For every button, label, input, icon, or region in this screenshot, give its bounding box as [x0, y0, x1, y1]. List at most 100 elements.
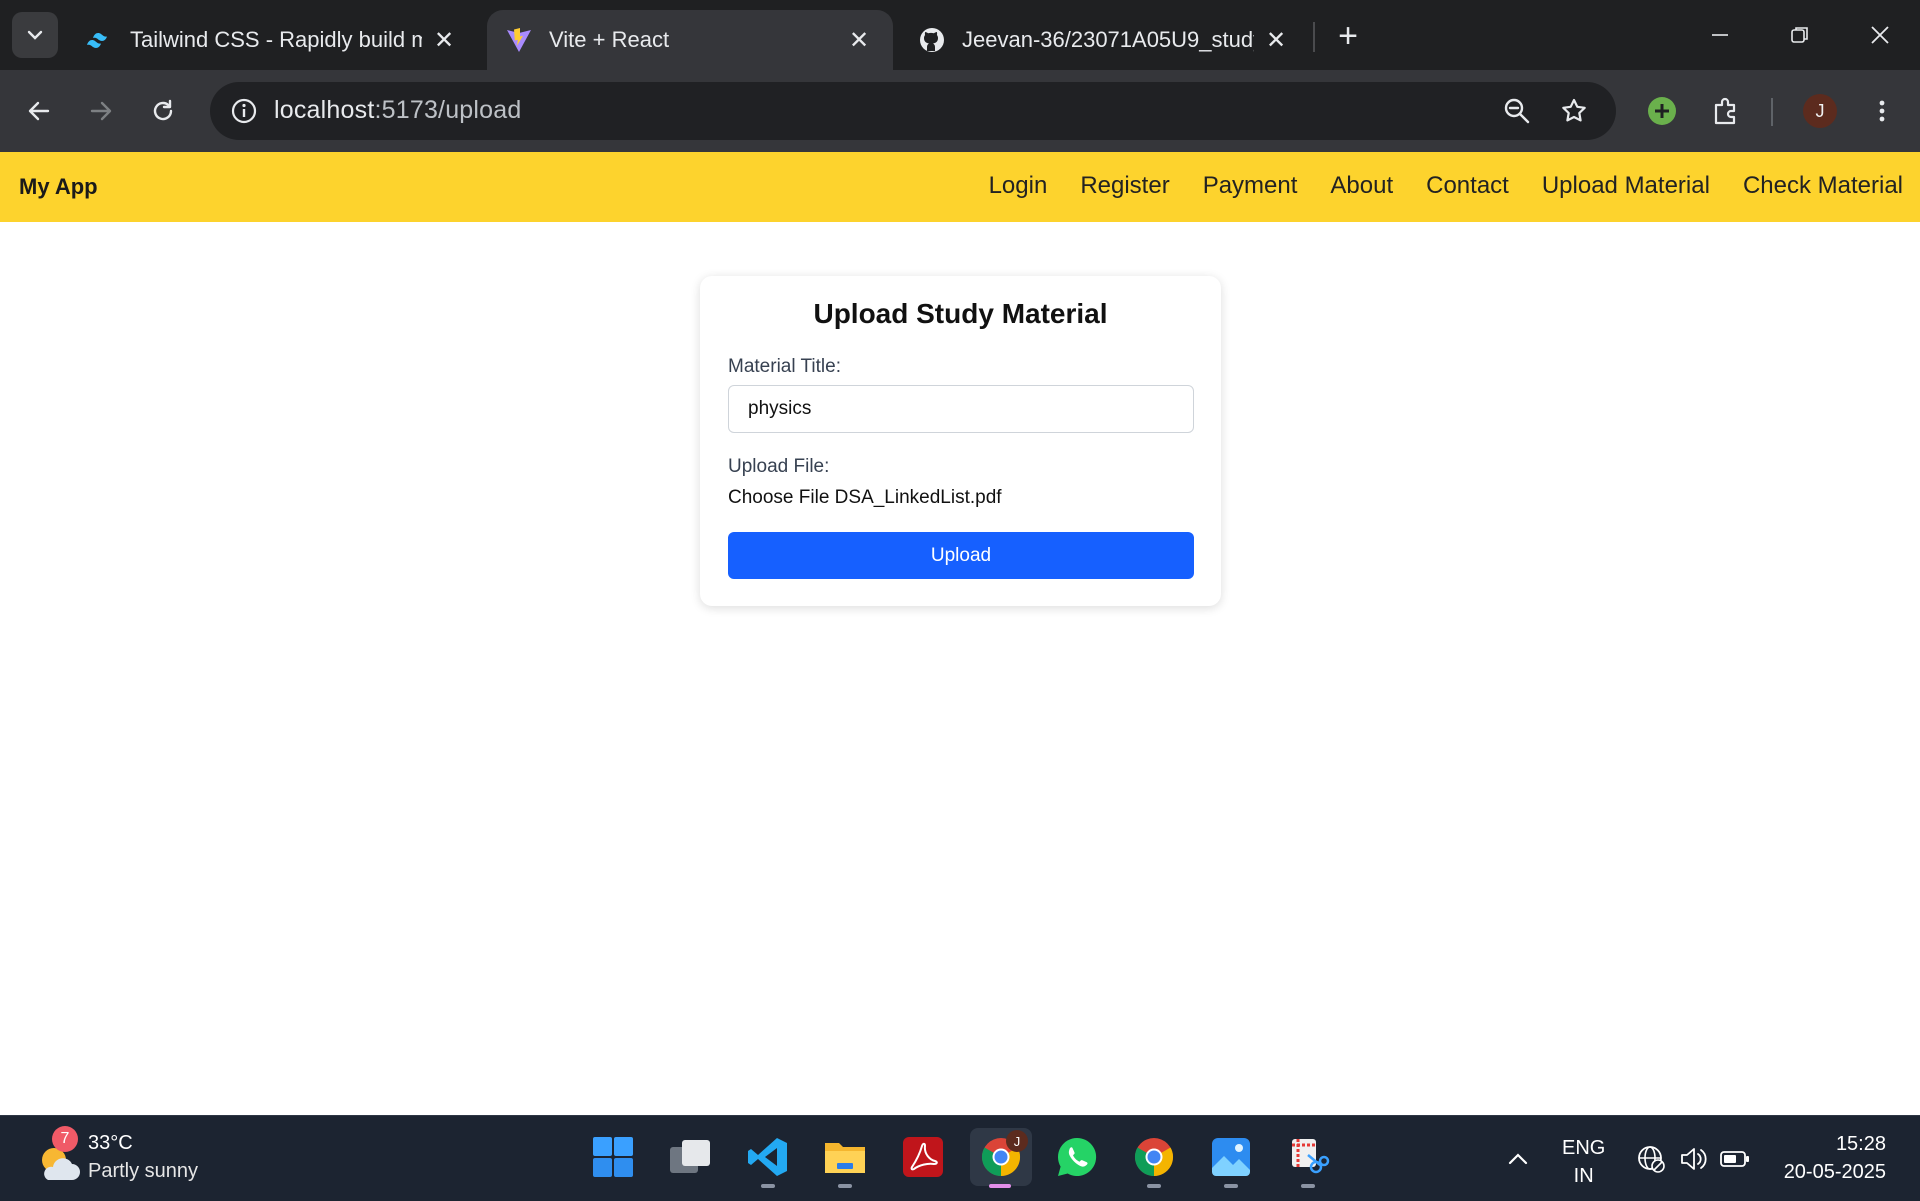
running-indicator [1301, 1184, 1315, 1188]
bookmark-star-icon[interactable] [1555, 92, 1593, 130]
whatsapp-icon [1057, 1137, 1097, 1176]
minimize-icon [1712, 34, 1728, 36]
battery-icon[interactable] [1718, 1142, 1752, 1176]
address-bar[interactable]: localhost:5173/upload [210, 82, 1616, 140]
taskbar-file-explorer[interactable] [816, 1128, 874, 1188]
windows-start-icon [593, 1137, 633, 1177]
taskbar-acrobat[interactable] [894, 1128, 952, 1186]
running-indicator [838, 1184, 852, 1188]
upload-file-label: Upload File: [728, 456, 830, 477]
tab-search-button[interactable] [12, 12, 58, 58]
nav-link-check-material[interactable]: Check Material [1743, 172, 1903, 200]
tab-title: Jeevan-36/23071A05U9_studyc [962, 27, 1254, 52]
tab-title: Tailwind CSS - Rapidly build mo [130, 27, 422, 52]
task-view-icon [670, 1140, 710, 1173]
chrome-icon [1134, 1138, 1174, 1176]
extension-plus-button[interactable] [1637, 86, 1687, 136]
start-button[interactable] [584, 1128, 642, 1186]
browser-menu-button[interactable] [1857, 86, 1907, 136]
upload-form-card: Upload Study Material Material Title: Up… [700, 276, 1221, 606]
vite-icon [505, 26, 533, 54]
tab-strip: Tailwind CSS - Rapidly build mo ✕ Vite +… [0, 0, 1920, 70]
weather-temperature[interactable]: 33°C [88, 1132, 133, 1155]
lang-region: IN [1573, 1165, 1594, 1187]
tab-vite-react[interactable]: Vite + React ✕ [487, 10, 893, 70]
nav-link-about[interactable]: About [1330, 172, 1393, 200]
lang-code: ENG [1562, 1137, 1606, 1159]
running-indicator [1224, 1184, 1238, 1188]
url-path: :5173/upload [374, 96, 522, 124]
nav-link-upload-material[interactable]: Upload Material [1542, 172, 1710, 200]
system-clock[interactable]: 15:28 20-05-2025 [1784, 1130, 1886, 1186]
close-tab-icon[interactable]: ✕ [1262, 26, 1290, 54]
taskbar-vscode[interactable] [739, 1128, 797, 1188]
form-title: Upload Study Material [813, 298, 1108, 329]
file-input[interactable]: Choose File DSA_LinkedList.pdf [728, 487, 1002, 509]
minimize-button[interactable] [1680, 0, 1760, 70]
running-indicator [761, 1184, 775, 1188]
back-arrow-icon [28, 101, 50, 121]
github-icon [918, 26, 946, 54]
material-title-label: Material Title: [728, 356, 841, 377]
show-hidden-icons-button[interactable] [1501, 1142, 1535, 1176]
running-indicator [1147, 1184, 1161, 1188]
nav-link-payment[interactable]: Payment [1203, 172, 1298, 200]
weather-badge: 7 [52, 1126, 78, 1152]
network-icon[interactable] [1634, 1142, 1668, 1176]
app-navbar: My App Login Register Payment About Cont… [0, 152, 1920, 222]
forward-button[interactable] [76, 86, 126, 136]
taskbar-whatsapp[interactable] [1048, 1128, 1106, 1186]
tab-separator [1313, 22, 1315, 52]
puzzle-piece-icon [1714, 97, 1736, 125]
snipping-tool-icon [1292, 1139, 1330, 1174]
url-host: localhost [274, 96, 375, 124]
taskbar-snipping-tool[interactable] [1279, 1128, 1337, 1188]
site-info-icon[interactable] [226, 93, 262, 129]
nav-links: Login Register Payment About Contact Upl… [989, 172, 1903, 200]
url-text[interactable]: localhost:5173/upload [274, 96, 521, 125]
choose-file-button[interactable]: Choose File [728, 487, 829, 508]
extensions-button[interactable] [1701, 86, 1751, 136]
upload-button[interactable]: Upload [728, 532, 1194, 579]
reload-icon [153, 99, 173, 121]
tab-title: Vite + React [549, 27, 670, 52]
close-tab-icon[interactable]: ✕ [845, 26, 873, 54]
photos-icon [1212, 1138, 1250, 1176]
input-language-indicator[interactable]: ENG IN [1562, 1134, 1605, 1190]
taskbar-chrome[interactable] [1125, 1128, 1183, 1188]
file-explorer-icon [825, 1143, 865, 1173]
clock-time: 15:28 [1835, 1133, 1886, 1155]
tab-github[interactable]: Jeevan-36/23071A05U9_studyc ✕ [900, 10, 1310, 70]
restore-icon [1791, 27, 1808, 43]
acrobat-icon [903, 1137, 943, 1177]
taskbar-chrome-profile[interactable]: J [970, 1128, 1032, 1188]
app-brand[interactable]: My App [19, 174, 98, 200]
nav-link-register[interactable]: Register [1080, 172, 1169, 200]
nav-link-contact[interactable]: Contact [1426, 172, 1509, 200]
zoom-out-icon[interactable] [1498, 92, 1536, 130]
nav-link-login[interactable]: Login [989, 172, 1048, 200]
new-tab-button[interactable]: + [1326, 14, 1370, 58]
restore-button[interactable] [1760, 0, 1840, 70]
back-button[interactable] [14, 86, 64, 136]
vscode-icon [748, 1138, 787, 1176]
browser-toolbar: localhost:5173/upload J [0, 70, 1920, 152]
material-title-input[interactable] [728, 385, 1194, 433]
windows-taskbar: 7 33°C Partly sunny J ENG IN 15:28 20-05… [0, 1115, 1920, 1201]
volume-icon[interactable] [1676, 1142, 1710, 1176]
task-view-button[interactable] [661, 1128, 719, 1186]
tab-tailwind[interactable]: Tailwind CSS - Rapidly build mo ✕ [68, 10, 478, 70]
chrome-profile-badge: J [1006, 1130, 1028, 1152]
close-tab-icon[interactable]: ✕ [430, 26, 458, 54]
chevron-up-icon [1508, 1153, 1528, 1165]
close-window-button[interactable] [1840, 0, 1920, 70]
close-icon [1871, 26, 1889, 44]
selected-file-name: DSA_LinkedList.pdf [834, 487, 1002, 508]
reload-button[interactable] [138, 86, 188, 136]
chevron-down-icon [27, 30, 43, 40]
taskbar-photos[interactable] [1202, 1128, 1260, 1188]
tailwind-icon [86, 26, 114, 54]
profile-avatar[interactable]: J [1803, 94, 1837, 128]
forward-arrow-icon [90, 101, 112, 121]
weather-condition[interactable]: Partly sunny [88, 1160, 198, 1183]
